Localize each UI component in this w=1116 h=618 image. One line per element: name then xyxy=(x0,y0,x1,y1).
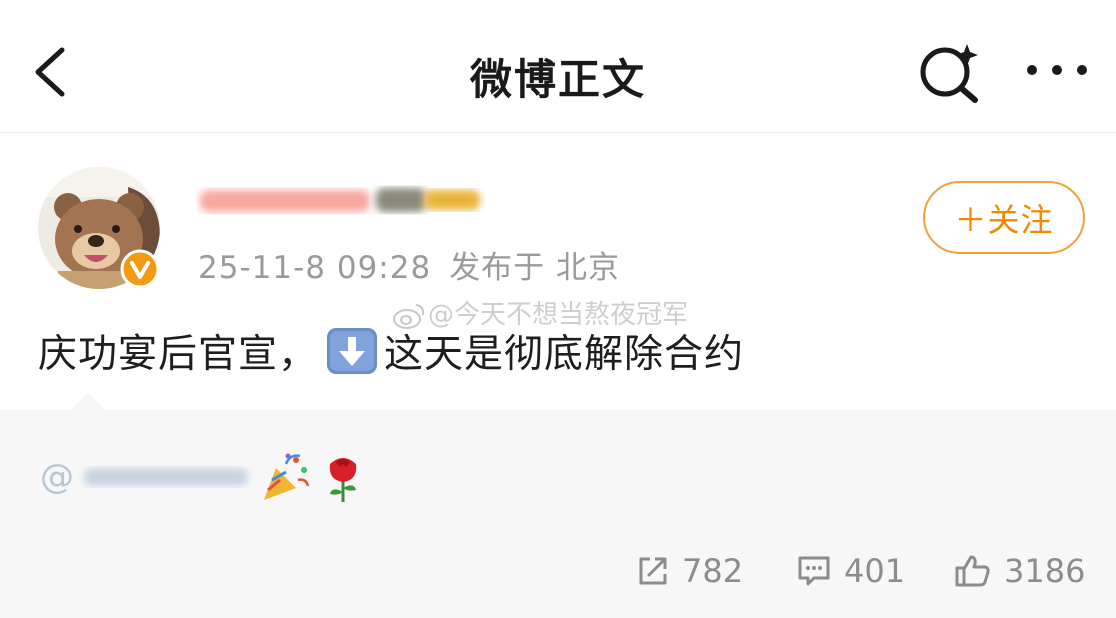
post-text-before: 庆功宴后官宣， xyxy=(38,332,319,377)
repost-content: @ xyxy=(40,452,370,502)
post-actions: 782 401 3186 xyxy=(0,546,1116,596)
post-card: 25-11-8 09:28 发布于 北京 ＋关注 @今天不想当熬夜冠军 庆功宴后官… xyxy=(0,134,1116,410)
comment-action[interactable]: 401 xyxy=(796,546,905,596)
username-redacted[interactable] xyxy=(196,180,486,220)
post-meta: 25-11-8 09:28 发布于 北京 xyxy=(198,242,620,287)
ai-search-button[interactable] xyxy=(915,40,985,104)
like-action[interactable]: 3186 xyxy=(954,546,1085,596)
share-icon xyxy=(639,557,667,585)
down-arrow-emoji-icon xyxy=(324,326,380,376)
party-popper-emoji-icon xyxy=(258,450,312,504)
post-content: 庆功宴后官宣， 这天是彻底解除合约 xyxy=(38,323,744,379)
rose-emoji-icon xyxy=(316,450,370,504)
repost-area[interactable]: @ 782 401 3186 xyxy=(0,410,1116,618)
like-count: 3186 xyxy=(1004,552,1086,590)
follow-button[interactable]: ＋关注 xyxy=(923,181,1085,254)
post-timestamp: 25-11-8 09:28 xyxy=(198,250,432,286)
repost-action[interactable]: 782 xyxy=(636,546,743,596)
post-text-after: 这天是彻底解除合约 xyxy=(384,332,745,377)
top-nav-bar: 微博正文 xyxy=(0,0,1116,133)
follow-label: ＋关注 xyxy=(954,200,1054,239)
mention-redacted[interactable] xyxy=(78,459,254,495)
more-dots-icon xyxy=(1027,65,1087,75)
more-button[interactable] xyxy=(1022,52,1092,88)
repost-count: 782 xyxy=(682,552,744,590)
verified-badge-icon xyxy=(120,249,160,289)
mention-at: @ xyxy=(40,457,74,497)
ai-search-icon xyxy=(920,44,978,103)
comment-count: 401 xyxy=(844,552,906,590)
repost-notch xyxy=(70,393,106,411)
comment-icon xyxy=(798,556,830,586)
thumbs-up-icon xyxy=(955,555,990,587)
post-location: 发布于 北京 xyxy=(449,250,621,286)
